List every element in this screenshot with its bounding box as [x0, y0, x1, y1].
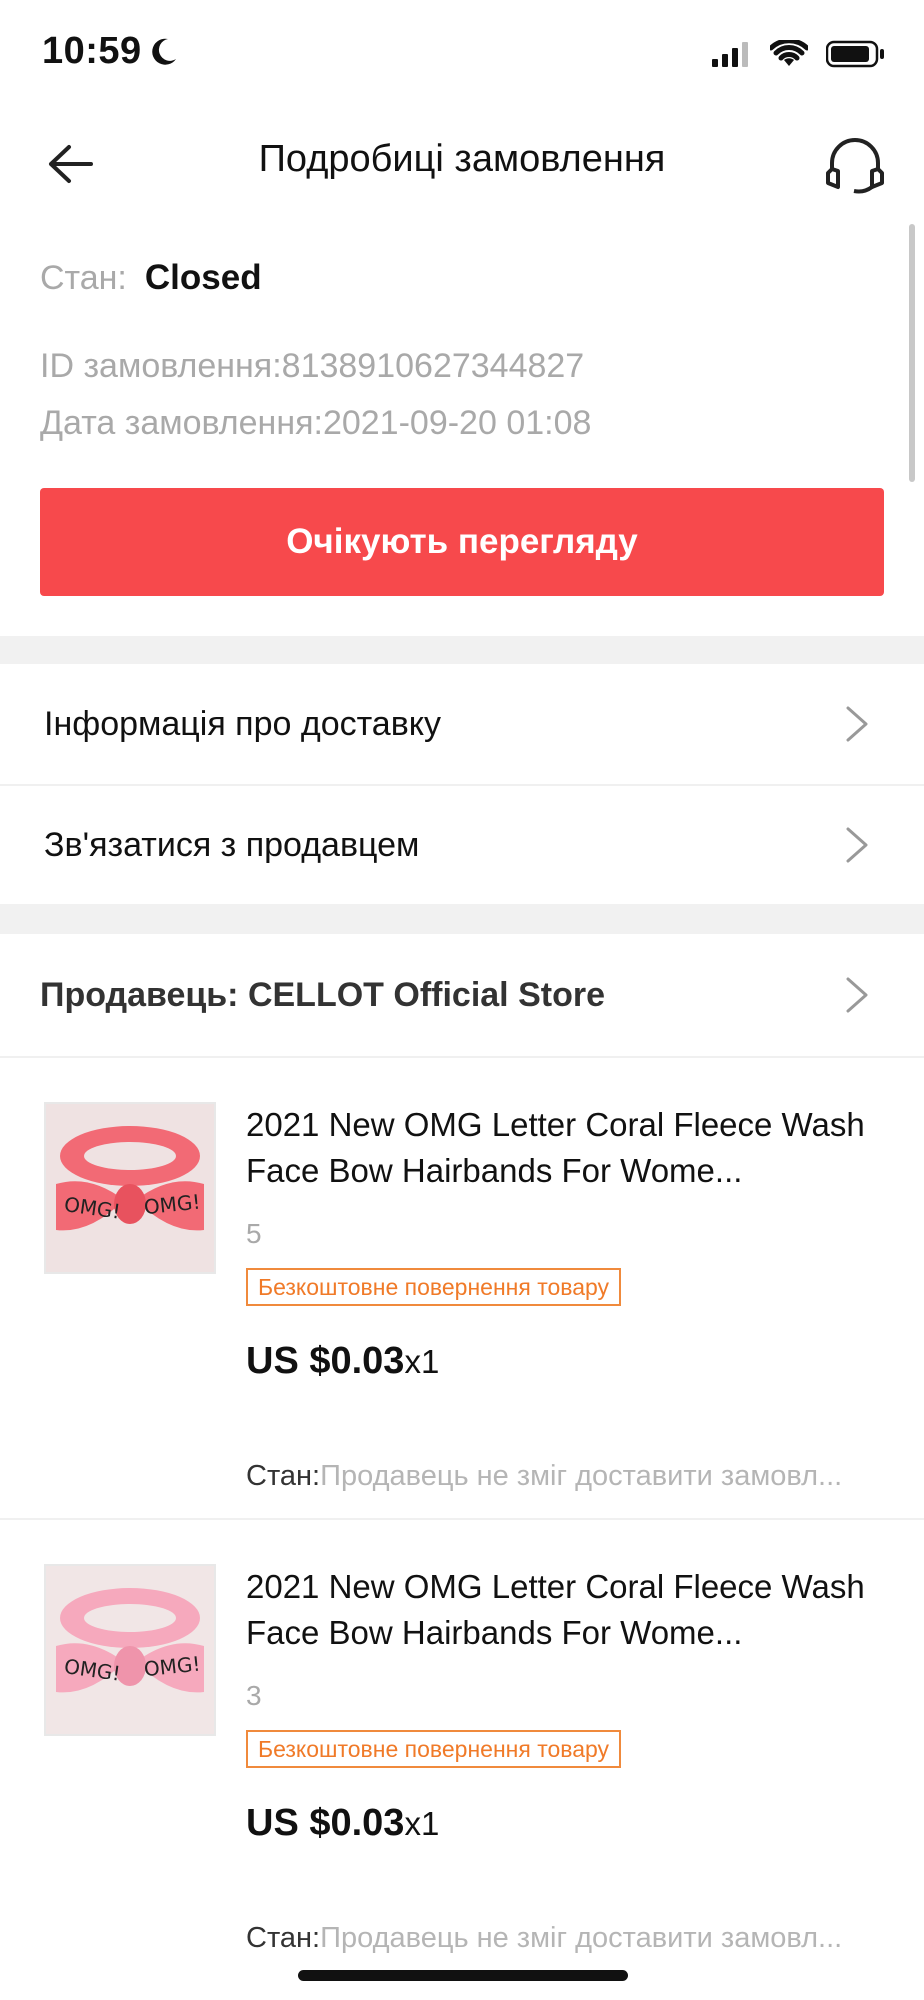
product-title[interactable]: 2021 New OMG Letter Coral Fleece Wash Fa…: [246, 1564, 886, 1656]
clock-text: 10:59: [42, 30, 142, 72]
price-multiplier: x1: [404, 1343, 440, 1380]
section-separator: [0, 636, 924, 664]
product-state: Стан:Продавець не зміг доставити замовл.…: [246, 1460, 886, 1493]
order-status-value: Closed: [144, 258, 262, 297]
chevron-right-icon: [846, 977, 868, 1013]
price-multiplier: x1: [404, 1805, 440, 1842]
status-icons: [712, 40, 886, 68]
battery-icon: [826, 40, 884, 68]
delivery-info-row[interactable]: Інформація про доставку: [0, 664, 924, 784]
free-return-badge: Безкоштовне повернення товару: [246, 1730, 622, 1768]
home-indicator[interactable]: [298, 1970, 628, 1981]
order-status-label: Стан:: [40, 259, 127, 297]
price-value: US $0.03: [246, 1340, 405, 1382]
product-item[interactable]: OMG! OMG! 2021 New OMG Letter Coral Flee…: [0, 1058, 924, 1518]
chevron-right-icon: [846, 706, 868, 742]
seller-name: Продавець: CELLOT Official Store: [40, 975, 605, 1014]
status-bar-time: 10:59: [42, 30, 178, 73]
product-image[interactable]: OMG! OMG!: [44, 1564, 216, 1736]
order-id: ID замовлення:8138910627344827: [40, 347, 585, 385]
delivery-info-label: Інформація про доставку: [44, 704, 442, 743]
page-title: Подробиці замовлення: [258, 138, 666, 180]
product-image[interactable]: OMG! OMG!: [44, 1102, 216, 1274]
free-return-badge: Безкоштовне повернення товару: [246, 1268, 622, 1306]
product-price: US $0.03x1: [246, 1802, 439, 1845]
product-item[interactable]: OMG! OMG! 2021 New OMG Letter Coral Flee…: [0, 1520, 924, 1990]
product-state-text: Продавець не зміг доставити замовл...: [320, 1922, 843, 1954]
order-date: Дата замовлення:2021-09-20 01:08: [40, 404, 592, 442]
seller-row[interactable]: Продавець: CELLOT Official Store: [0, 934, 924, 1056]
product-quantity: 5: [246, 1218, 262, 1249]
customer-support-button[interactable]: [820, 132, 890, 198]
product-quantity: 3: [246, 1680, 262, 1711]
product-price: US $0.03x1: [246, 1340, 439, 1383]
wifi-icon: [770, 40, 808, 66]
chevron-right-icon: [846, 827, 868, 863]
product-title[interactable]: 2021 New OMG Letter Coral Fleece Wash Fa…: [246, 1102, 886, 1194]
price-value: US $0.03: [246, 1802, 405, 1844]
scrollbar[interactable]: [909, 224, 915, 482]
product-state-label: Стан:: [246, 1922, 321, 1954]
contact-seller-row[interactable]: Зв'язатися з продавцем: [0, 786, 924, 904]
signal-icon: [712, 42, 748, 67]
section-separator: [0, 904, 924, 934]
product-state: Стан:Продавець не зміг доставити замовл.…: [246, 1922, 886, 1955]
product-state-text: Продавець не зміг доставити замовл...: [320, 1460, 843, 1492]
product-state-label: Стан:: [246, 1460, 321, 1492]
headset-icon: [826, 138, 884, 194]
awaiting-review-button[interactable]: Очікують перегляду: [40, 488, 884, 596]
moon-icon: [151, 38, 176, 65]
hairband-image: OMG! OMG!: [46, 1566, 214, 1734]
order-status: Стан: Closed: [40, 258, 262, 298]
contact-seller-label: Зв'язатися з продавцем: [44, 825, 420, 864]
hairband-image: OMG! OMG!: [46, 1104, 214, 1272]
